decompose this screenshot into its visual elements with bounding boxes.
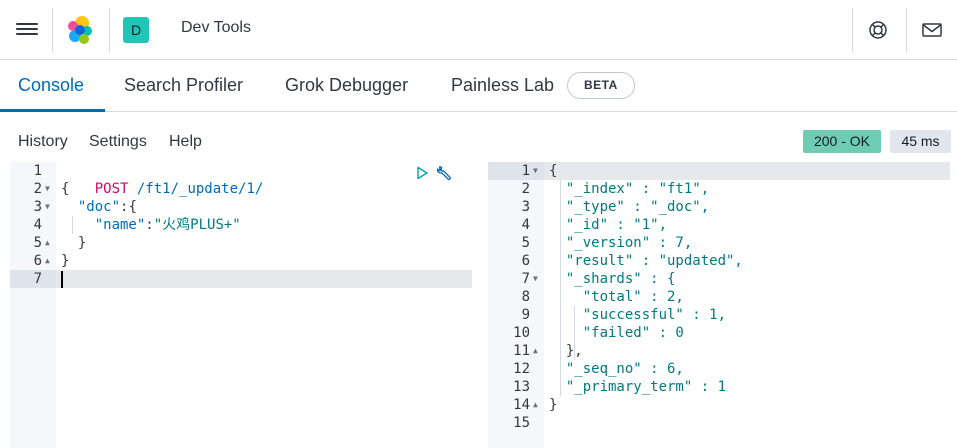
code-line: "_version" : 7, [549, 235, 693, 251]
http-method: POST [94, 181, 129, 197]
code-line: "successful" : 1, [549, 307, 727, 323]
tab-search-profiler[interactable]: Search Profiler [124, 75, 243, 96]
code-line: "_type" : "_doc", [549, 199, 710, 215]
menu-icon[interactable] [14, 20, 40, 40]
dev-tools-tabs: Console Search Profiler Grok Debugger Pa… [0, 60, 957, 112]
line-number: 11 [513, 343, 530, 359]
line-number: 13 [513, 379, 530, 395]
response-viewer: 1 ▼ 2 3 4 5 6 7 ▼ 8 9 10 11 ▲ 12 13 14 ▲… [488, 162, 950, 448]
fold-up-icon[interactable]: ▲ [45, 234, 50, 252]
code-line: "total" : 2, [549, 289, 684, 305]
line-number: 4 [33, 217, 42, 233]
code-line: "result" : "updated", [549, 253, 743, 269]
breadcrumb-dev-tools: Dev Tools [181, 19, 251, 36]
beta-badge: BETA [567, 72, 635, 99]
settings-link[interactable]: Settings [89, 133, 147, 151]
code-line: "doc":{ [77, 199, 137, 215]
fold-up-icon[interactable]: ▲ [533, 396, 538, 414]
line-number: 4 [521, 217, 530, 233]
line-number: 7 [33, 271, 42, 287]
code-line: "failed" : 0 [549, 325, 684, 341]
line-number: 6 [33, 253, 42, 269]
line-number: 8 [521, 289, 530, 305]
line-number: 5 [33, 235, 42, 251]
history-link[interactable]: History [18, 133, 68, 151]
line-number: 7 [521, 271, 530, 287]
line-number: 15 [513, 415, 530, 431]
request-time-badge: 45 ms [890, 130, 951, 153]
wrench-icon[interactable] [436, 164, 454, 182]
play-icon[interactable] [413, 164, 431, 182]
header-divider [109, 8, 110, 52]
active-line-highlight [56, 270, 472, 288]
request-line: POST /ft1/_update/1/ [61, 162, 264, 197]
line-number: 14 [513, 397, 530, 413]
fold-down-icon[interactable]: ▼ [45, 198, 50, 216]
line-number: 10 [513, 325, 530, 341]
code-line: "_seq_no" : 6, [549, 361, 684, 377]
line-number: 1 [33, 163, 42, 179]
elastic-logo[interactable] [64, 14, 96, 46]
code-line: { [549, 163, 558, 179]
line-number: 12 [513, 361, 530, 377]
tab-painless-lab[interactable]: Painless Lab [451, 75, 554, 96]
text-cursor [61, 271, 63, 288]
line-number: 2 [521, 181, 530, 197]
line-number: 6 [521, 253, 530, 269]
help-icon[interactable] [866, 18, 890, 42]
line-number: 3 [33, 199, 42, 215]
space-avatar[interactable]: D [123, 17, 149, 43]
code-line: } [549, 397, 558, 413]
top-header: D Dev Tools [0, 0, 957, 60]
line-number: 2 [33, 181, 42, 197]
mail-icon[interactable] [920, 18, 944, 42]
line-number: 5 [521, 235, 530, 251]
fold-up-icon[interactable]: ▲ [45, 252, 50, 270]
line-number: 3 [521, 199, 530, 215]
code-line: "_index" : "ft1", [549, 181, 710, 197]
fold-down-icon[interactable]: ▼ [533, 270, 538, 288]
code-line: "_id" : "1", [549, 217, 668, 233]
active-line-highlight [544, 162, 950, 180]
code-line: } [61, 253, 70, 269]
fold-down-icon[interactable]: ▼ [533, 162, 538, 180]
tab-grok-debugger[interactable]: Grok Debugger [285, 75, 408, 96]
line-number: 9 [521, 307, 530, 323]
code-line: } [61, 235, 87, 251]
header-divider [852, 8, 853, 52]
line-number: 1 [521, 163, 530, 179]
header-divider [906, 8, 907, 52]
request-editor[interactable]: 1 2 ▼ 3 ▼ 4 5 ▲ 6 ▲ 7 POST /ft1/_update/… [10, 162, 472, 448]
code-line: "_shards" : { [549, 271, 676, 287]
header-divider [52, 8, 53, 52]
code-line: "_primary_term" : 1 [549, 379, 727, 395]
code-line: }, [549, 343, 583, 359]
help-link[interactable]: Help [169, 133, 202, 151]
code-line: { [61, 181, 70, 197]
request-url: /ft1/_update/1/ [136, 181, 264, 197]
status-badge: 200 - OK [803, 130, 881, 153]
fold-up-icon[interactable]: ▲ [533, 342, 538, 360]
code-line: "name":"火鸡PLUS+" [94, 217, 241, 233]
active-tab-indicator [0, 109, 105, 112]
tab-console[interactable]: Console [18, 75, 84, 96]
fold-down-icon[interactable]: ▼ [45, 180, 50, 198]
